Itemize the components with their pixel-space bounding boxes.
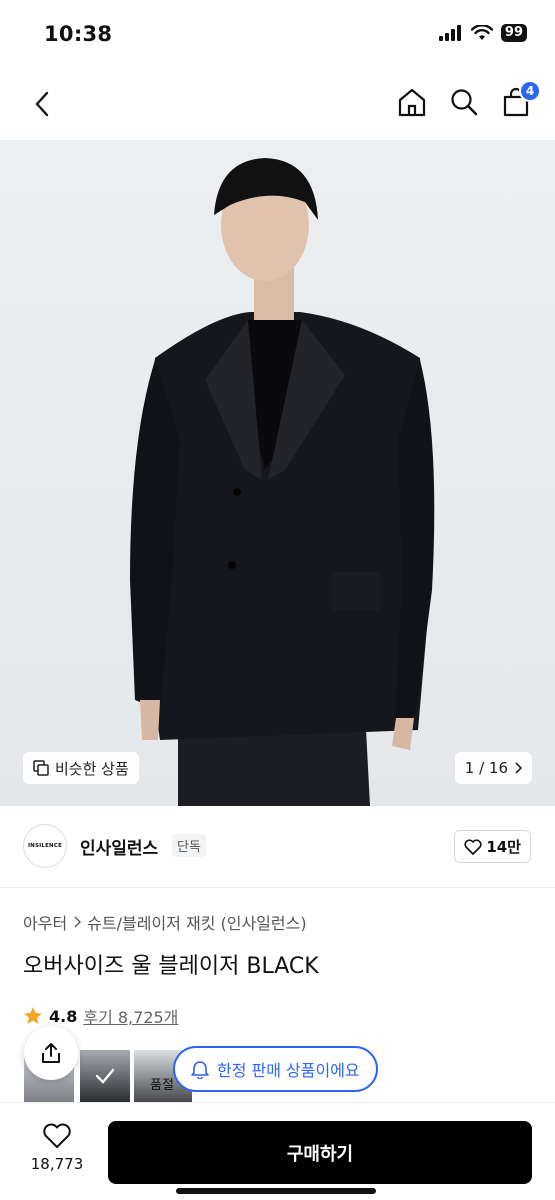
chevron-right-icon [74,916,82,928]
home-button[interactable] [395,84,429,120]
search-button[interactable] [447,84,481,120]
copy-icon [33,760,49,776]
breadcrumb: 아우터 슈트/블레이저 재킷 (인사일런스) [23,910,307,934]
brand-name[interactable]: 인사일런스 [80,834,158,859]
chevron-right-icon [515,762,522,774]
wishlist-button[interactable]: 18,773 [22,1123,92,1173]
signal-icon [438,25,461,41]
rating-score: 4.8 [49,1006,78,1026]
home-icon [398,88,426,117]
product-image[interactable]: 비슷한 상품 1 / 16 [0,140,555,806]
image-pager-text: 1 / 16 [464,759,508,777]
heart-icon [464,838,482,855]
wifi-icon [470,25,493,40]
image-pager[interactable]: 1 / 16 [454,752,532,784]
rating-row: 4.8 후기 8,725개 [23,1004,178,1028]
share-button[interactable] [24,1026,78,1080]
brand-like-button[interactable]: 14만 [454,830,531,863]
soldout-label: 품절 [150,1078,174,1093]
home-indicator [176,1188,376,1194]
status-icons: 99 [438,24,527,42]
nav-bar: 4 [0,72,555,136]
product-photo [130,158,435,806]
exclusive-badge: 단독 [172,834,206,857]
breadcrumb-category[interactable]: 아우터 [23,910,67,934]
heart-icon [43,1123,71,1148]
brand-like-count: 14만 [486,838,521,856]
limited-sale-toast: 한정 판매 상품이에요 [173,1046,378,1092]
cart-button[interactable]: 4 [499,80,541,120]
review-count-link[interactable]: 후기 8,725개 [83,1004,178,1028]
product-title: 오버사이즈 울 블레이저 BLACK [23,954,319,979]
status-time: 10:38 [44,22,113,46]
toast-text: 한정 판매 상품이에요 [217,1061,360,1080]
check-icon [95,1068,115,1084]
back-button[interactable] [24,86,60,122]
brand-logo[interactable]: INSILENCE [23,824,67,868]
back-icon [35,91,49,117]
status-bar: 10:38 99 [0,0,555,70]
similar-products-button[interactable]: 비슷한 상품 [23,752,139,784]
search-icon [451,89,478,116]
color-thumbnail-selected[interactable] [80,1050,130,1102]
buy-button[interactable]: 구매하기 [108,1121,532,1184]
bottom-action-bar: 18,773 구매하기 [0,1102,555,1200]
similar-products-label: 비슷한 상품 [55,759,129,778]
nav-actions: 4 [395,80,541,120]
battery-icon: 99 [500,24,527,42]
brand-row: INSILENCE 인사일런스 단독 14만 [0,818,555,888]
share-icon [42,1043,60,1063]
wishlist-count: 18,773 [30,1155,84,1173]
breadcrumb-subcategory[interactable]: 슈트/블레이저 재킷 (인사일런스) [87,910,306,934]
star-icon [24,1007,42,1024]
cart-count-badge: 4 [519,80,541,102]
bell-icon [191,1061,209,1079]
